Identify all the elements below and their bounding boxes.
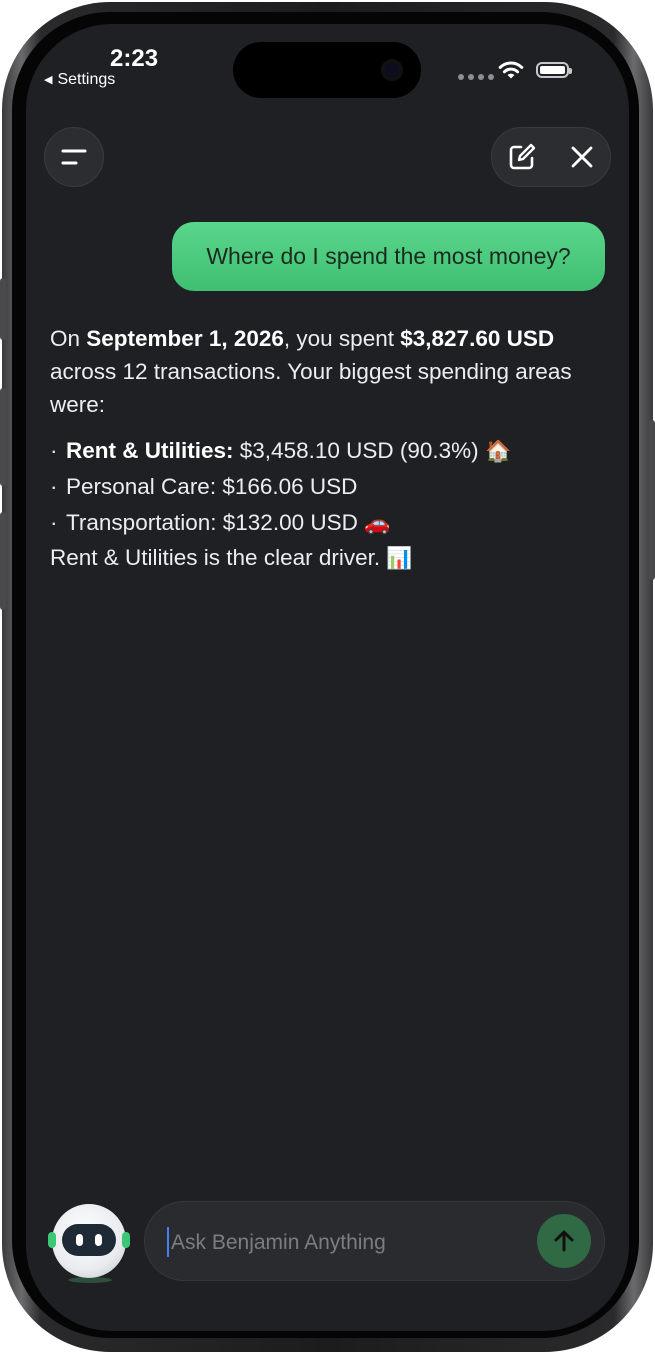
header-actions [491,127,611,187]
new-chat-button[interactable] [492,128,552,186]
close-button[interactable] [552,128,612,186]
back-label: Settings [57,71,116,88]
avatar-glow [68,1277,112,1283]
reply-intro-mid: , you spent [283,326,394,351]
battery-icon [536,62,572,78]
dynamic-island [233,42,421,98]
reply-intro-prefix: On [50,326,81,351]
reply-closing: Rent & Utilities is the clear driver. 📊 [50,541,610,575]
back-to-settings-link[interactable]: ◀ Settings [44,71,115,89]
user-message-bubble: Where do I spend the most money? [172,222,605,291]
power-button [649,420,655,580]
list-item: · Rent & Utilities: $3,458.10 USD (90.3%)… [50,438,512,463]
reply-intro: On September 1, 2026, you spent $3,827.6… [50,322,610,421]
arrow-up-icon [554,1230,574,1252]
chat-input[interactable] [169,1222,513,1264]
bullet-label: Transportation: [66,510,217,535]
app-screen: 2:23 ◀ Settings Where do I spend the mos… [26,24,629,1331]
bullet-value: $132.00 USD [222,510,358,535]
list-item: · Transportation: $132.00 USD 🚗 [50,510,391,535]
spending-list: · Rent & Utilities: $3,458.10 USD (90.3%)… [50,433,610,541]
assistant-reply: On September 1, 2026, you spent $3,827.6… [50,322,610,575]
reply-date: September 1, 2026 [86,326,284,351]
signal-icon [458,74,494,80]
reply-closing-text: Rent & Utilities is the clear driver. [50,545,381,570]
compose-icon [509,143,536,170]
bullet-value: $166.06 USD [222,474,358,499]
house-icon: 🏠 [484,440,512,463]
robot-avatar-icon[interactable] [48,1204,130,1278]
bullet-label: Personal Care: [66,474,217,499]
close-icon [571,146,593,168]
volume-up-button [0,388,6,486]
reply-intro-suffix: across 12 transactions. Your biggest spe… [50,359,572,417]
bullet-label: Rent & Utilities: [66,438,234,463]
wifi-icon [498,61,524,79]
list-item: · Personal Care: $166.06 USD [50,474,358,499]
back-caret-icon: ◀ [44,74,53,86]
menu-button[interactable] [44,127,104,187]
volume-down-button [0,512,6,610]
bullet-value: $3,458.10 USD (90.3%) [239,438,479,463]
reply-total: $3,827.60 USD [400,326,555,351]
action-button [0,278,6,340]
send-button[interactable] [537,1214,591,1268]
chat-composer [144,1201,605,1281]
hamburger-icon [61,149,87,165]
front-camera [381,59,403,81]
status-time: 2:23 [110,45,159,72]
car-icon: 🚗 [364,512,391,535]
bar-chart-icon: 📊 [386,547,413,570]
